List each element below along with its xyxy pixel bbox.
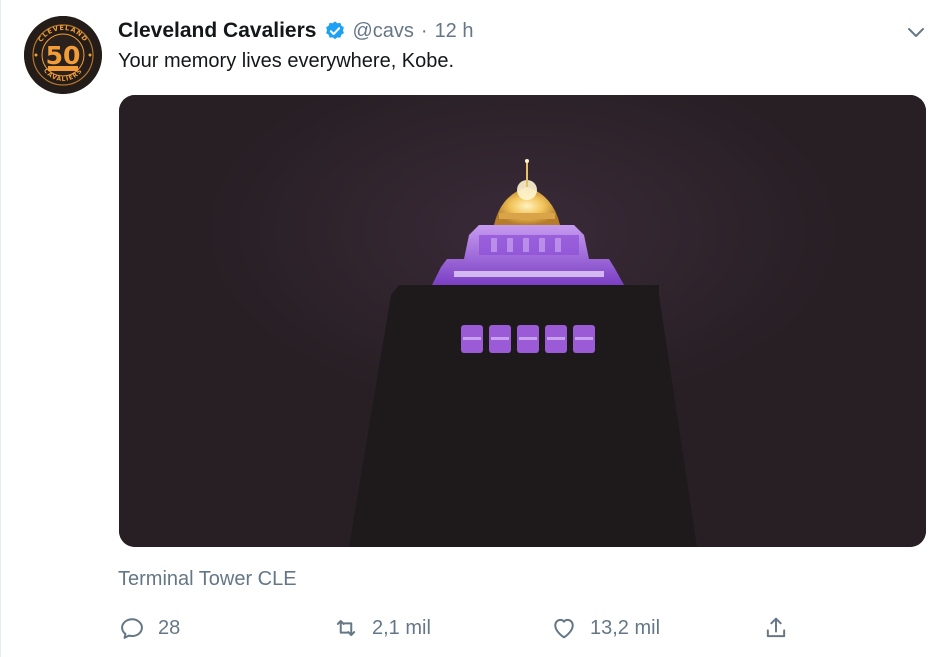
retweet-button[interactable]: 2,1 mil <box>332 612 431 644</box>
avatar[interactable]: CLEVELAND CAVALIERS 50 <box>24 16 102 94</box>
separator-dot: · <box>420 19 428 42</box>
location-label[interactable]: Terminal Tower CLE <box>118 568 297 591</box>
tweet-photo[interactable] <box>119 95 926 547</box>
chevron-down-icon <box>908 28 924 37</box>
tweet-card[interactable]: CLEVELAND CAVALIERS 50 Cleveland Cavalie… <box>0 0 950 657</box>
retweet-icon <box>336 620 356 636</box>
tweet-text: Your memory lives everywhere, Kobe. <box>118 50 455 72</box>
handle[interactable]: @cavs <box>352 20 413 43</box>
retweet-count: 2,1 mil <box>372 616 431 639</box>
reply-icon <box>121 618 143 639</box>
reply-button[interactable]: 28 <box>118 612 180 644</box>
heart-icon <box>554 618 574 639</box>
reply-count: 28 <box>158 616 181 639</box>
share-icon <box>766 617 786 638</box>
cavaliers-50-logo-icon: CLEVELAND CAVALIERS 50 <box>24 16 102 94</box>
timestamp[interactable]: 12 h <box>435 20 474 43</box>
avatar-number: 50 <box>46 41 81 70</box>
terminal-tower-photo-icon <box>119 95 926 547</box>
verified-badge-icon <box>324 20 346 42</box>
more-options-button[interactable] <box>904 20 928 44</box>
like-button[interactable]: 13,2 mil <box>550 612 660 644</box>
like-count: 13,2 mil <box>590 616 661 639</box>
divider <box>0 0 1 657</box>
action-bar: 28 2,1 mil 13,2 mil <box>118 612 818 644</box>
share-button[interactable] <box>762 612 790 644</box>
display-name[interactable]: Cleveland Cavaliers <box>118 19 316 43</box>
tweet-header: Cleveland Cavaliers @cavs · 12 h <box>118 17 474 45</box>
